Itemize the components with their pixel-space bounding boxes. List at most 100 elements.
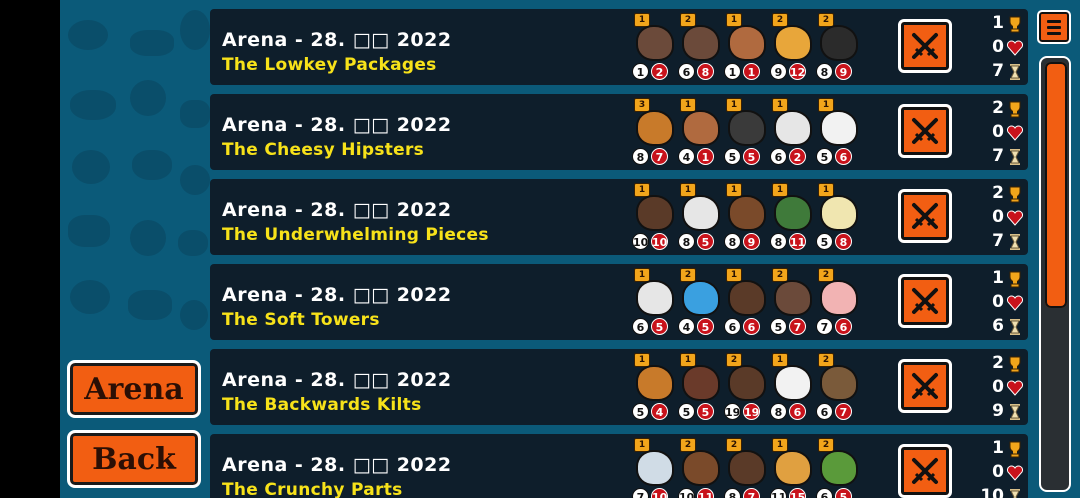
hourglass-icon [1006, 148, 1024, 166]
pet-health: 11 [697, 488, 714, 498]
arena-history-list[interactable]: Arena - 28. □□ 2022 The Lowkey Packages 1 1… [210, 0, 1030, 498]
otter-icon [774, 280, 812, 316]
pet-unit: 2 9 12 [768, 11, 812, 83]
battle-button[interactable] [898, 104, 952, 158]
pet-unit: 267 [814, 351, 858, 423]
seal-icon [636, 450, 674, 486]
hourglass-icon [1006, 63, 1024, 81]
result-wins-value: 1 [992, 13, 1004, 33]
menu-bar-icon [1047, 32, 1061, 35]
pet-unit: 156 [814, 96, 858, 168]
bison-icon [728, 450, 766, 486]
pet-health: 19 [743, 403, 760, 420]
team-row-title: Arena - 28. □□ 2022 [222, 114, 452, 136]
team-results: 2 0 7 [980, 183, 1028, 255]
pet-attack: 10 [678, 488, 695, 498]
pet-attack: 5 [678, 403, 695, 420]
scrollbar-thumb[interactable] [1045, 62, 1067, 308]
hourglass-icon [1006, 318, 1024, 336]
pet-health: 5 [697, 403, 714, 420]
camel-icon [774, 450, 812, 486]
team-row-title: Arena - 28. □□ 2022 [222, 284, 452, 306]
result-lives: 0 [980, 292, 1028, 314]
pet-health: 7 [743, 488, 760, 498]
pet-attack: 4 [678, 148, 695, 165]
team-name: The Soft Towers [222, 310, 380, 330]
result-wins-value: 2 [992, 183, 1004, 203]
team-units: 1 7 10 2 10 11 2 8 7 1 11 15 2 6 5 [630, 436, 870, 498]
heart-icon [1006, 379, 1024, 397]
trophy-icon [1006, 440, 1024, 458]
blowfish-icon [820, 195, 858, 231]
hourglass-icon [1006, 233, 1024, 251]
hourglass-icon [1006, 488, 1024, 498]
back-button[interactable]: Back [67, 430, 201, 488]
pet-health: 6 [835, 318, 852, 335]
battle-button[interactable] [898, 274, 952, 328]
result-turns: 6 [980, 316, 1028, 338]
result-lives: 0 [980, 122, 1028, 144]
pet-health: 10 [651, 233, 668, 250]
team-results: 1 0 6 [980, 268, 1028, 340]
crossed-swords-icon [912, 118, 938, 144]
team-row: Arena - 28. □□ 2022 The Underwhelming Pie… [210, 179, 1028, 255]
result-lives: 0 [980, 462, 1028, 484]
battle-button[interactable] [898, 444, 952, 498]
pet-attack: 5 [770, 318, 787, 335]
team-results: 1 0 10 [980, 438, 1028, 498]
pet-unit: 1 11 15 [768, 436, 812, 498]
pet-attack: 8 [724, 488, 741, 498]
battle-button[interactable] [898, 359, 952, 413]
result-lives-value: 0 [992, 122, 1004, 142]
pet-unit: 245 [676, 266, 720, 338]
arena-button[interactable]: Arena [67, 360, 201, 418]
battle-button[interactable] [898, 189, 952, 243]
team-row-title: Arena - 28. □□ 2022 [222, 29, 452, 51]
team-units: 1 5 4 1 5 5 2 19 19 1 8 6 2 6 7 [630, 351, 870, 423]
pet-attack: 5 [816, 233, 833, 250]
result-turns-value: 7 [992, 146, 1004, 166]
pet-health: 7 [789, 318, 806, 335]
pet-health: 8 [835, 233, 852, 250]
result-turns-value: 9 [992, 401, 1004, 421]
trophy-icon [1006, 355, 1024, 373]
otter-icon [682, 25, 720, 61]
pet-health: 1 [697, 148, 714, 165]
pet-health: 6 [743, 318, 760, 335]
pet-unit: 265 [814, 436, 858, 498]
result-lives-value: 0 [992, 462, 1004, 482]
pet-attack: 6 [816, 488, 833, 498]
sheep-icon [774, 365, 812, 401]
team-units: 165245166257276 [630, 266, 870, 338]
pet-unit: 141 [676, 96, 720, 168]
pet-unit: 276 [814, 266, 858, 338]
duck-icon [774, 195, 812, 231]
result-wins: 2 [980, 183, 1028, 205]
team-results: 1 0 7 [980, 13, 1028, 85]
pet-unit: 189 [722, 181, 766, 253]
beaver-icon [728, 195, 766, 231]
result-turns: 7 [980, 146, 1028, 168]
result-lives-value: 0 [992, 377, 1004, 397]
team-row: Arena - 28. □□ 2022 The Crunchy Parts 1 7 10… [210, 434, 1028, 498]
team-results: 2 0 9 [980, 353, 1028, 425]
pet-unit: 165 [630, 266, 674, 338]
result-turns-value: 10 [980, 486, 1004, 498]
result-turns-value: 7 [992, 61, 1004, 81]
cricket-icon [820, 365, 858, 401]
letterbox-left [0, 0, 60, 498]
pet-health: 8 [697, 63, 714, 80]
team-row-title: Arena - 28. □□ 2022 [222, 199, 452, 221]
battle-button[interactable] [898, 19, 952, 73]
pet-health: 5 [697, 233, 714, 250]
rabbit-icon [682, 195, 720, 231]
pet-unit: 287 [722, 436, 766, 498]
pig-icon [820, 280, 858, 316]
result-lives-value: 0 [992, 207, 1004, 227]
pet-unit: 289 [814, 11, 858, 83]
pet-attack: 4 [678, 318, 695, 335]
trophy-icon [1006, 185, 1024, 203]
scrollbar[interactable] [1039, 56, 1071, 492]
result-lives: 0 [980, 207, 1028, 229]
menu-button[interactable] [1037, 10, 1071, 44]
